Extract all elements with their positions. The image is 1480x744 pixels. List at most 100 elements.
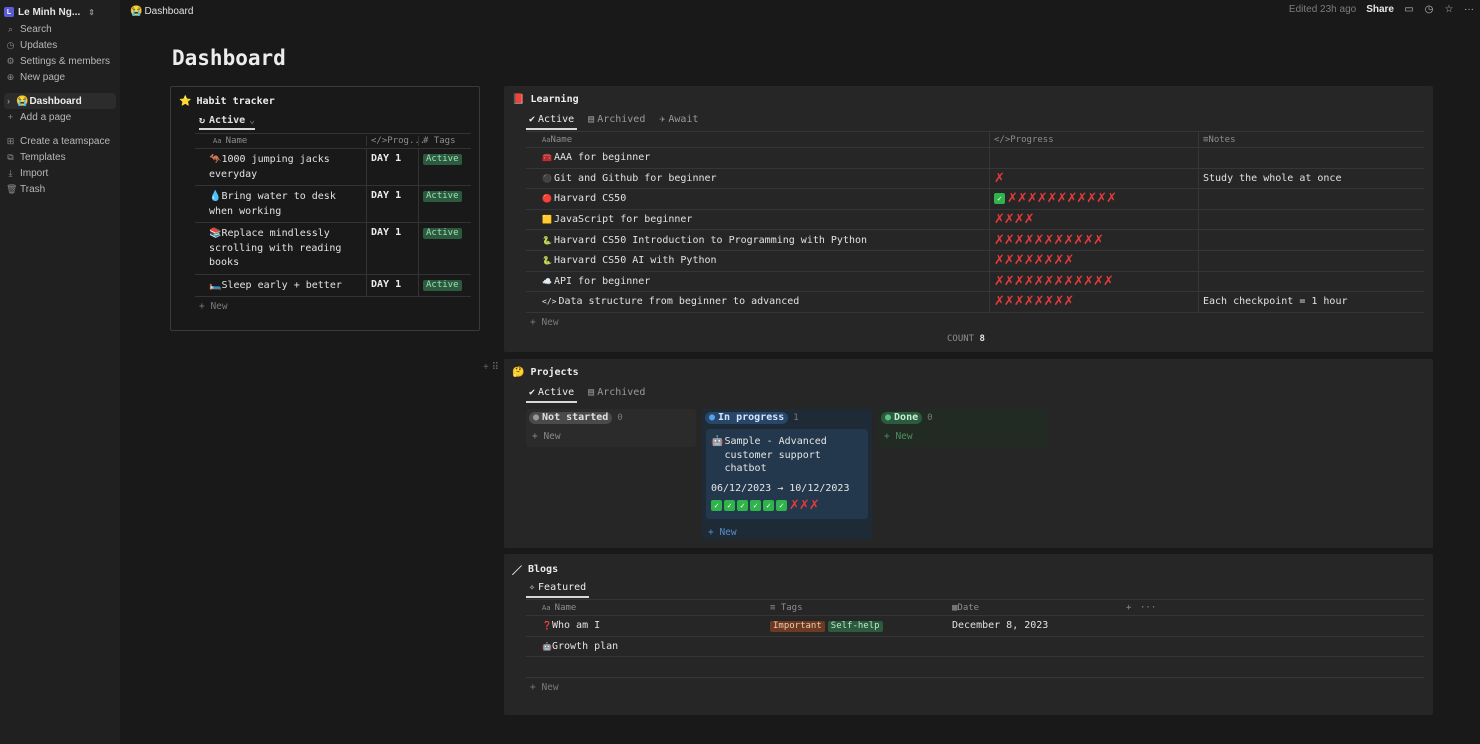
more-icon[interactable]: ··· — [1140, 603, 1156, 613]
robot-icon: 🤖 — [711, 436, 724, 447]
sidebar-item-settings[interactable]: ⚙ Settings & members — [4, 53, 116, 69]
tab-archived[interactable]: ▤ Archived — [585, 114, 648, 130]
column-progress[interactable]: </>Prog... — [367, 136, 425, 146]
table-row[interactable]: 🤖Growth plan — [526, 637, 1424, 657]
column-name[interactable]: Aa Name — [526, 132, 990, 147]
column-date[interactable]: ▦ Date + ··· — [948, 603, 1424, 613]
blogs-tabs: ✧ Featured — [526, 582, 590, 598]
sidebar-item-search[interactable]: ⌕ Search — [4, 21, 116, 37]
sidebar-item-dashboard[interactable]: › 😭 Dashboard — [4, 93, 116, 109]
list-icon: ≡ — [770, 602, 781, 613]
course-emoji-icon: ⚫ — [542, 173, 552, 183]
blog-date: December 8, 2023 — [952, 620, 1049, 632]
cross-icon: ✗ — [1023, 294, 1035, 310]
project-card[interactable]: 🤖 Sample - Advanced customer support cha… — [706, 429, 868, 519]
new-card-button[interactable]: + New — [704, 523, 741, 542]
learning-panel: 📕 Learning ✔ Active ▤ Archived ✈ Await Aa N… — [504, 86, 1433, 352]
habit-name-cell: 📚Replace mindlessly scrolling with readi… — [195, 223, 367, 274]
table-row[interactable]: ❓Who am I Important Self-help December 8, 2… — [526, 616, 1424, 637]
topbar-actions: Edited 23h ago Share ▭ ◷ ☆ ··· — [1289, 4, 1474, 15]
tab-archived[interactable]: ▤ Archived — [585, 387, 648, 403]
table-row[interactable]: 🔴 Harvard CS50 ✓ ✗ ✗ ✗ ✗ ✗ ✗ ✗ ✗ ✗ ✗ ✗ — [526, 189, 1424, 210]
cross-icon: ✗ — [1033, 273, 1045, 289]
column-notes[interactable]: ≡ Notes — [1199, 132, 1424, 147]
course-progress: ✓ ✗ ✗ ✗ ✗ ✗ ✗ ✗ ✗ ✗ ✗ ✗ — [990, 189, 1199, 209]
table-row[interactable]: 🟨 JavaScript for beginner ✗ ✗ ✗ ✗ — [526, 209, 1424, 231]
table-row[interactable]: </> Data structure from beginner to advan… — [526, 292, 1424, 313]
trash-icon: 🗑 — [6, 183, 18, 194]
table-row[interactable]: 📚Replace mindlessly scrolling with readi… — [195, 223, 471, 275]
table-row[interactable]: 🦘1000 jumping jacks everyday DAY 1 Active — [195, 149, 471, 186]
tag-badge: Important — [770, 620, 825, 632]
table-row[interactable]: 💧Bring water to desk when working DAY 1 Ac… — [195, 186, 471, 223]
column-progress[interactable]: </> Progress — [990, 132, 1199, 147]
blog-emoji-icon: 🤖 — [542, 641, 552, 651]
cross-icon: ✗ — [1063, 232, 1074, 248]
more-icon[interactable]: ··· — [1464, 4, 1474, 15]
course-name: Harvard CS50 AI with Python — [553, 255, 717, 267]
tab-active[interactable]: ✔ Active — [526, 387, 578, 403]
sidebar-item-new-page[interactable]: ⊕ New page — [4, 69, 116, 85]
cross-icon: ✗ — [1043, 232, 1055, 248]
table-row[interactable]: 🐍 Harvard CS50 Introduction to Programmin… — [526, 230, 1424, 251]
cross-icon: ✗ — [1093, 232, 1104, 248]
new-card-button[interactable]: + New — [880, 427, 917, 446]
star-icon[interactable]: ☆ — [1444, 4, 1454, 15]
workspace-switcher[interactable]: L Le Minh Ng... ⇕ — [4, 4, 95, 20]
cross-icon: ✗ — [1083, 273, 1094, 289]
course-notes — [1199, 148, 1424, 168]
column-name[interactable]: Aa Name — [195, 136, 367, 146]
course-progress: ✗ ✗ ✗ ✗ — [990, 209, 1199, 230]
clock-icon[interactable]: ◷ — [1424, 4, 1434, 15]
search-icon: ⌕ — [7, 23, 14, 34]
add-column-icon[interactable]: + — [1126, 603, 1131, 613]
board-column-in-progress: ● In progress 1 🤖 Sample - Advanced custo… — [702, 409, 872, 540]
projects-title: 🤔 Projects — [512, 367, 579, 378]
column-tags[interactable]: # Tags — [419, 136, 471, 146]
new-card-button[interactable]: + New — [528, 427, 565, 446]
row-count: COUNT 8 — [947, 334, 985, 344]
new-row-button[interactable]: + New — [526, 678, 1424, 697]
tab-active[interactable]: ↻ Active ⌄ — [199, 115, 256, 130]
sidebar-item-trash[interactable]: 🗑 Trash — [4, 181, 116, 197]
templates-icon: ⧉ — [7, 151, 14, 162]
text-type-icon: Aa — [213, 137, 226, 145]
table-row[interactable]: ☁️ API for beginner ✗ ✗ ✗ ✗ ✗ ✗ ✗ ✗ ✗ ✗ ✗ ✗ — [526, 271, 1424, 293]
sidebar-item-label: Settings & members — [20, 55, 111, 67]
tab-featured[interactable]: ✧ Featured — [526, 582, 590, 598]
habit-name: Replace mindlessly scrolling with readin… — [209, 228, 342, 268]
drag-handle-icon[interactable]: + ⠿ — [483, 362, 499, 373]
habit-title-label: Habit tracker — [196, 96, 275, 107]
comment-icon[interactable]: ▭ — [1404, 4, 1414, 15]
sidebar-item-templates[interactable]: ⧉ Templates — [4, 149, 116, 165]
column-tags[interactable]: ≡ Tags — [766, 603, 948, 613]
cross-icon: ✗ — [1063, 253, 1074, 269]
habit-emoji-icon: 📚 — [209, 228, 222, 239]
sidebar-item-create-teamspace[interactable]: ⊞ Create a teamspace — [4, 133, 116, 149]
cross-icon: ✗ — [994, 170, 1005, 186]
sidebar-item-updates[interactable]: ◷ Updates — [4, 37, 116, 53]
cross-icon: ✗ — [1033, 253, 1045, 269]
status-badge: Active — [423, 279, 462, 291]
column-name[interactable]: Aa Name — [526, 603, 766, 613]
cross-icon: ✗ — [1063, 294, 1074, 310]
breadcrumb[interactable]: 😭 Dashboard — [130, 6, 193, 17]
tab-active[interactable]: ✔ Active — [526, 114, 578, 130]
course-emoji-icon: 🐍 — [542, 235, 552, 245]
blogs-title-label: Blogs — [528, 564, 559, 575]
cross-icon: ✗ — [1106, 191, 1117, 207]
new-row-button[interactable]: + New — [526, 313, 1424, 332]
table-row[interactable]: 🐍 Harvard CS50 AI with Python ✗ ✗ ✗ ✗ ✗ ✗ ✗ ✗ — [526, 250, 1424, 272]
table-row[interactable]: 🧰 AAA for beginner — [526, 148, 1424, 169]
cross-icon: ✗ — [1046, 191, 1058, 207]
course-name: Data structure from beginner to advanced — [558, 296, 800, 308]
cross-icon: ✗ — [1013, 253, 1025, 269]
share-button[interactable]: Share — [1366, 4, 1394, 15]
sidebar-item-import[interactable]: ⤓ Import — [4, 165, 116, 181]
tab-await[interactable]: ✈ Await — [656, 114, 701, 130]
sidebar-item-add-page[interactable]: + Add a page — [4, 109, 116, 125]
thinking-face-icon: 🤔 — [512, 367, 525, 378]
table-row[interactable]: ⚫ Git and Github for beginner ✗ Study the w… — [526, 168, 1424, 190]
table-row[interactable]: 🛏️Sleep early + better DAY 1 Active — [195, 274, 471, 297]
new-row-button[interactable]: + New — [195, 297, 471, 316]
